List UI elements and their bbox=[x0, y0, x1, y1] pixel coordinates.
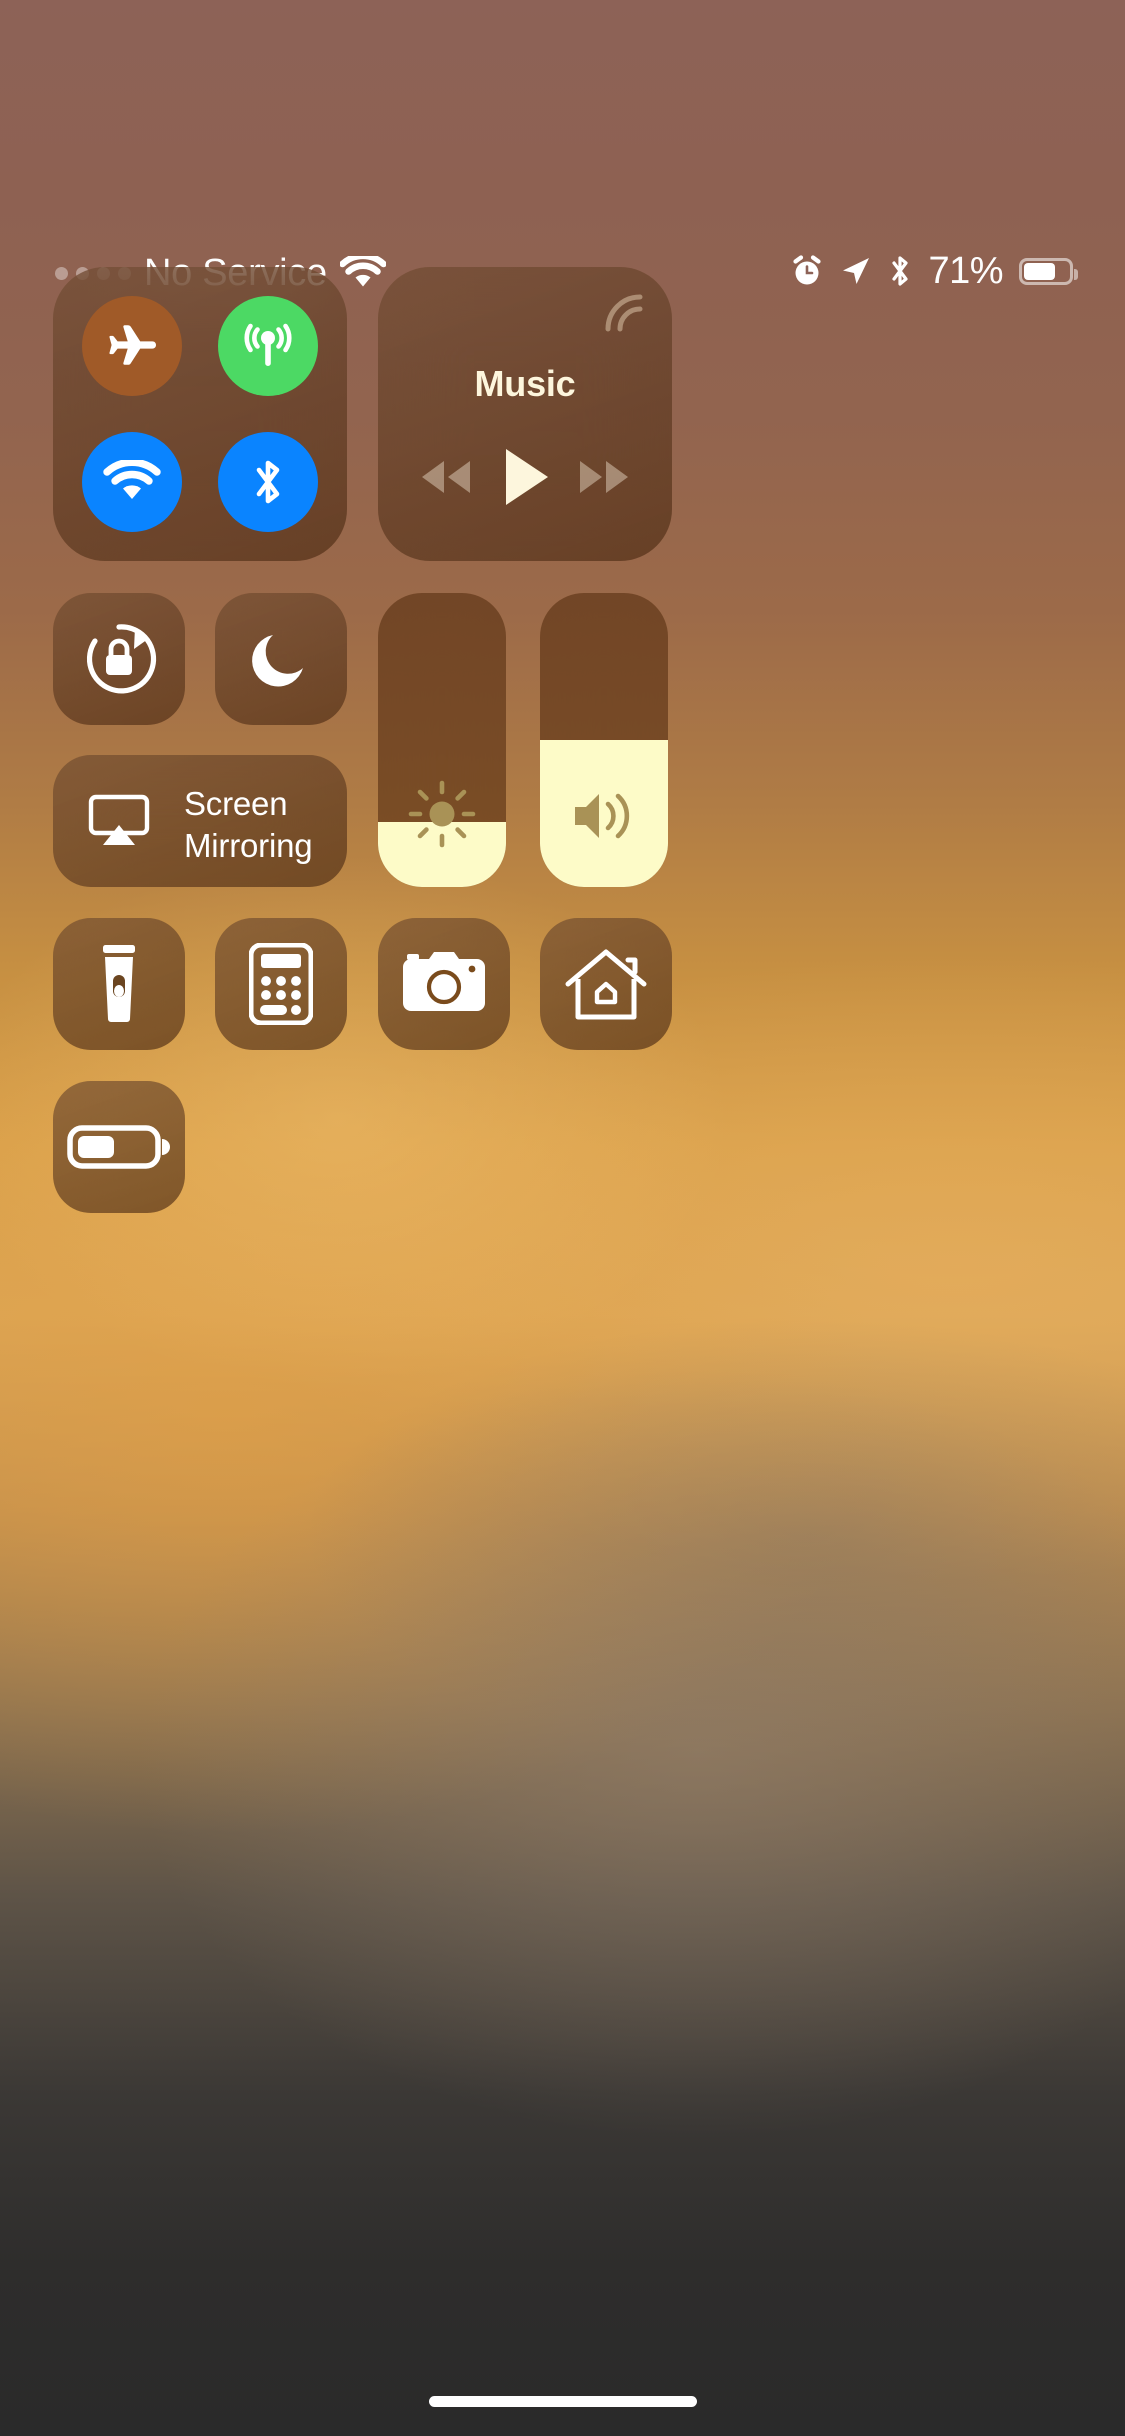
home-app-button[interactable] bbox=[540, 918, 672, 1050]
connectivity-module[interactable] bbox=[53, 267, 347, 561]
brightness-slider[interactable] bbox=[378, 593, 506, 887]
camera-icon bbox=[401, 951, 487, 1017]
volume-speaker-icon bbox=[540, 783, 668, 849]
home-house-icon bbox=[564, 946, 648, 1022]
low-power-mode-button[interactable] bbox=[53, 1081, 185, 1213]
flashlight-icon bbox=[94, 943, 144, 1025]
do-not-disturb-toggle[interactable] bbox=[215, 593, 347, 725]
rotation-lock-toggle[interactable] bbox=[53, 593, 185, 725]
bluetooth-toggle[interactable] bbox=[218, 432, 318, 532]
airplane-icon bbox=[104, 318, 160, 374]
moon-icon bbox=[245, 623, 317, 695]
calculator-icon bbox=[249, 943, 313, 1025]
now-playing-module[interactable]: Music bbox=[378, 267, 672, 561]
wifi-icon bbox=[103, 460, 161, 504]
status-bar: No Service bbox=[0, 0, 1125, 300]
play-button[interactable] bbox=[496, 445, 554, 509]
wifi-toggle[interactable] bbox=[82, 432, 182, 532]
screen-mirroring-button[interactable]: Screen Mirroring bbox=[53, 755, 347, 887]
camera-button[interactable] bbox=[378, 918, 510, 1050]
brightness-sun-icon bbox=[378, 779, 506, 849]
low-battery-icon bbox=[67, 1121, 171, 1173]
now-playing-title: Music bbox=[474, 363, 576, 404]
battery-icon bbox=[1019, 257, 1078, 285]
airplay-routing-icon[interactable] bbox=[602, 291, 646, 335]
location-arrow-icon bbox=[840, 255, 872, 287]
cellular-data-toggle[interactable] bbox=[218, 296, 318, 396]
flashlight-button[interactable] bbox=[53, 918, 185, 1050]
fast-forward-button[interactable] bbox=[574, 453, 636, 501]
rotation-lock-icon bbox=[77, 617, 161, 701]
home-indicator[interactable] bbox=[428, 2396, 697, 2407]
control-center-screen: No Service bbox=[0, 0, 1125, 2436]
battery-percent-label: 71% bbox=[928, 250, 1003, 292]
airplay-screen-icon bbox=[85, 791, 153, 851]
screen-mirroring-label-line2: Mirroring bbox=[184, 827, 313, 864]
cellular-antenna-icon bbox=[239, 317, 297, 375]
calculator-button[interactable] bbox=[215, 918, 347, 1050]
playback-controls bbox=[378, 445, 672, 509]
status-bar-right: 71% bbox=[790, 250, 1078, 292]
alarm-clock-icon bbox=[790, 254, 824, 288]
bluetooth-icon bbox=[888, 253, 912, 289]
screen-mirroring-label-line1: Screen bbox=[184, 785, 288, 822]
volume-slider[interactable] bbox=[540, 593, 668, 887]
wifi-icon bbox=[339, 256, 386, 290]
bluetooth-icon bbox=[250, 454, 286, 510]
rewind-button[interactable] bbox=[414, 453, 476, 501]
airplane-mode-toggle[interactable] bbox=[82, 296, 182, 396]
